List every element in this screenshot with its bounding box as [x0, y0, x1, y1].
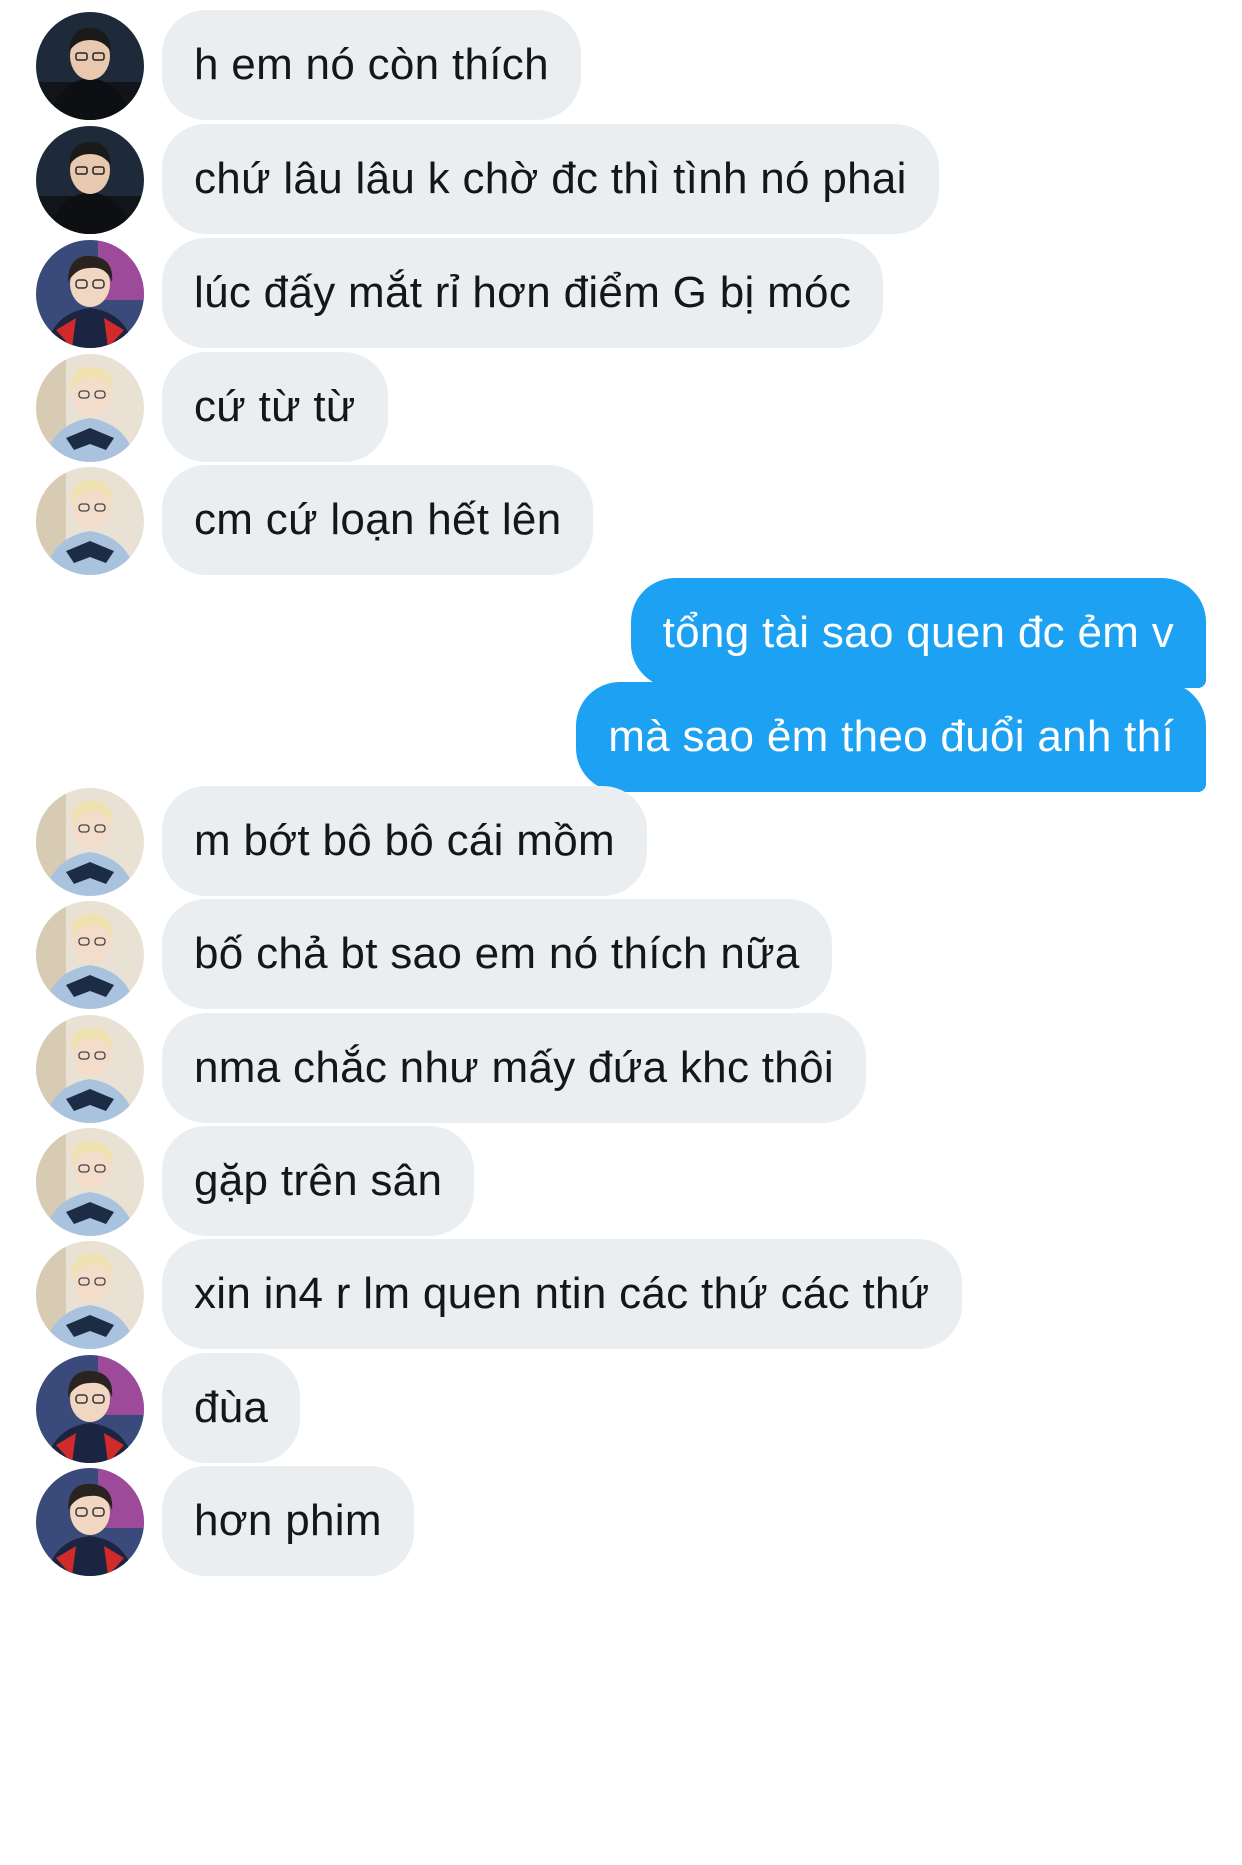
message-row: nma chắc như mấy đứa khc thôi [0, 1013, 1242, 1123]
message-bubble[interactable]: xin in4 r lm quen ntin các thứ các thứ [162, 1239, 962, 1349]
contact-b-avatar-icon[interactable] [36, 240, 144, 348]
message-bubble[interactable]: m bớt bô bô cái mồm [162, 786, 647, 896]
message-bubble[interactable]: h em nó còn thích [162, 10, 581, 120]
message-row: chứ lâu lâu k chờ đc thì tình nó phai [0, 124, 1242, 234]
message-bubble[interactable]: lúc đấy mắt rỉ hơn điểm G bị móc [162, 238, 884, 348]
message-row: xin in4 r lm quen ntin các thứ các thứ [0, 1239, 1242, 1349]
message-row: hơn phim [0, 1466, 1242, 1576]
contact-c-avatar-icon[interactable] [36, 788, 144, 896]
message-bubble[interactable]: chứ lâu lâu k chờ đc thì tình nó phai [162, 124, 939, 234]
message-row: cứ từ từ [0, 352, 1242, 462]
message-bubble-outgoing[interactable]: mà sao ẻm theo đuổi anh thí [576, 682, 1206, 792]
contact-c-avatar-icon[interactable] [36, 467, 144, 575]
message-row: đùa [0, 1353, 1242, 1463]
contact-c-avatar-icon[interactable] [36, 1241, 144, 1349]
contact-c-avatar-icon[interactable] [36, 1015, 144, 1123]
message-bubble[interactable]: bố chả bt sao em nó thích nữa [162, 899, 832, 1009]
message-bubble[interactable]: cứ từ từ [162, 352, 388, 462]
message-bubble[interactable]: gặp trên sân [162, 1126, 475, 1236]
message-row-outgoing: mà sao ẻm theo đuổi anh thí [0, 682, 1242, 792]
contact-c-avatar-icon[interactable] [36, 354, 144, 462]
contact-a-avatar-icon[interactable] [36, 126, 144, 234]
message-row: cm cứ loạn hết lên [0, 465, 1242, 575]
contact-a-avatar-icon[interactable] [36, 12, 144, 120]
message-row: gặp trên sân [0, 1126, 1242, 1236]
contact-b-avatar-icon[interactable] [36, 1468, 144, 1576]
contact-c-avatar-icon[interactable] [36, 1128, 144, 1236]
message-bubble[interactable]: đùa [162, 1353, 301, 1463]
message-row: m bớt bô bô cái mồm [0, 786, 1242, 896]
chat-conversation: h em nó còn thích chứ lâu lâu k chờ đc t… [0, 0, 1242, 1865]
message-row: bố chả bt sao em nó thích nữa [0, 899, 1242, 1009]
message-bubble[interactable]: cm cứ loạn hết lên [162, 465, 594, 575]
contact-c-avatar-icon[interactable] [36, 901, 144, 1009]
message-bubble-outgoing[interactable]: tổng tài sao quen đc ẻm v [630, 578, 1206, 688]
message-row-outgoing: tổng tài sao quen đc ẻm v [0, 578, 1242, 688]
message-row: h em nó còn thích [0, 10, 1242, 120]
contact-b-avatar-icon[interactable] [36, 1355, 144, 1463]
message-row: lúc đấy mắt rỉ hơn điểm G bị móc [0, 238, 1242, 348]
message-bubble[interactable]: hơn phim [162, 1466, 414, 1576]
message-bubble[interactable]: nma chắc như mấy đứa khc thôi [162, 1013, 866, 1123]
